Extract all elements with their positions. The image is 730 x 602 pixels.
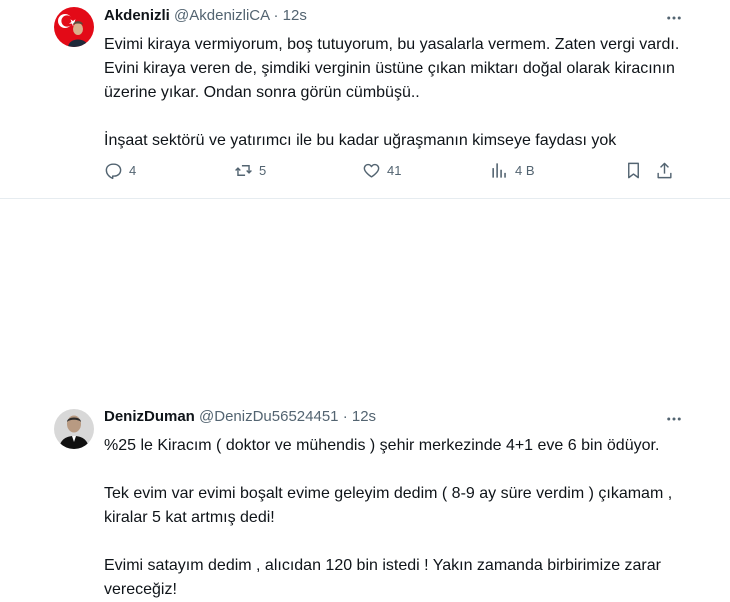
retweet-icon [235, 164, 252, 176]
user-handle[interactable]: @AkdenizliCA [174, 7, 269, 24]
display-name[interactable]: DenizDuman [104, 408, 195, 425]
display-name[interactable]: Akdenizli [104, 7, 170, 24]
analytics-icon [492, 162, 506, 178]
avatar-image [54, 7, 94, 47]
bookmark-icon [628, 162, 639, 178]
share-button[interactable] [655, 158, 674, 182]
reply-icon [105, 162, 122, 179]
avatar-image [54, 409, 94, 449]
tweet[interactable]: Akdenizli @AkdenizliCA · 12s Evimi kiray… [0, 0, 730, 199]
timestamp[interactable]: 12s [352, 408, 376, 425]
views-count: 4 B [515, 162, 535, 178]
tweet[interactable]: DenizDuman @DenizDu56524451 · 12s %25 le… [0, 199, 730, 598]
bookmark-button[interactable] [624, 158, 643, 182]
tweet-text: Evimi kiraya vermiyorum, boş tutuyorum, … [104, 33, 690, 153]
heart-icon [363, 163, 380, 178]
more-options-button[interactable] [664, 409, 684, 429]
reply-count: 4 [129, 162, 137, 178]
separator-dot: · [273, 7, 279, 24]
tweet-text: %25 le Kiracım ( doktor ve mühendis ) şe… [104, 434, 690, 602]
tweet-actions: 4 5 41 4 B [104, 158, 672, 182]
avatar[interactable] [54, 409, 94, 449]
views-button[interactable]: 4 B [490, 158, 535, 182]
like-button[interactable]: 41 [362, 158, 401, 182]
tweet-paragraph: İnşaat sektörü ve yatırımcı ile bu kadar… [104, 132, 617, 149]
share-icon [657, 162, 672, 178]
retweet-count: 5 [259, 162, 267, 178]
separator-dot: · [342, 408, 348, 425]
tweet-paragraph: Evimi satayım dedim , alıcıdan 120 bin i… [104, 557, 661, 598]
more-horizontal-icon [667, 417, 681, 421]
tweet-paragraph: Evimi kiraya vermiyorum, boş tutuyorum, … [104, 36, 680, 101]
like-count: 41 [387, 162, 402, 178]
avatar[interactable] [54, 7, 94, 47]
more-options-button[interactable] [664, 8, 684, 28]
tweet-paragraph: Tek evim var evimi boşalt evime geleyim … [104, 485, 673, 526]
more-horizontal-icon [667, 16, 681, 20]
tweet-header: Akdenizli @AkdenizliCA · 12s [104, 6, 307, 26]
reply-button[interactable]: 4 [104, 158, 136, 182]
tweet-header: DenizDuman @DenizDu56524451 · 12s [104, 407, 376, 427]
tweet-paragraph: %25 le Kiracım ( doktor ve mühendis ) şe… [104, 437, 660, 454]
timestamp[interactable]: 12s [283, 7, 307, 24]
user-handle[interactable]: @DenizDu56524451 [199, 408, 339, 425]
retweet-button[interactable]: 5 [234, 158, 266, 182]
